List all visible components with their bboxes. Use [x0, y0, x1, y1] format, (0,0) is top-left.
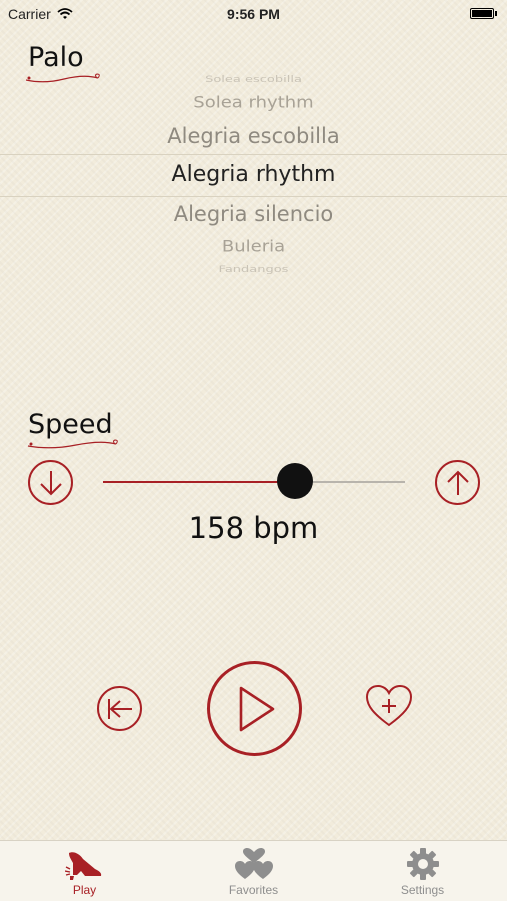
speed-title: Speed: [28, 409, 113, 440]
speed-up-button[interactable]: [435, 460, 480, 505]
play-button[interactable]: [207, 661, 302, 756]
add-favorite-button[interactable]: [364, 684, 414, 728]
speed-slider-fill: [103, 481, 295, 483]
speed-down-button[interactable]: [28, 460, 73, 505]
arrow-up-icon: [446, 470, 469, 495]
picker-item[interactable]: Buleria: [0, 237, 507, 255]
speed-flourish-icon: [27, 439, 118, 449]
flamenco-shoe-icon: [64, 852, 101, 880]
picker-selection-bottom-line: [0, 196, 507, 197]
tab-favorites-label: Favorites: [228, 883, 279, 897]
arrow-down-icon: [39, 470, 62, 495]
skip-back-icon: [107, 698, 132, 719]
battery-icon: [470, 8, 497, 19]
hearts-icon: [234, 848, 273, 879]
tab-favorites[interactable]: Favorites: [169, 841, 338, 901]
picker-item-selected[interactable]: Alegria rhythm: [0, 162, 507, 187]
palo-picker[interactable]: Solea escobilla Solea rhythm Alegria esc…: [0, 60, 507, 290]
picker-selection-top-line: [0, 154, 507, 155]
tab-settings[interactable]: Settings: [338, 841, 507, 901]
speed-slider-thumb[interactable]: [277, 463, 313, 499]
play-icon: [239, 686, 274, 731]
tab-play[interactable]: Play: [0, 841, 169, 901]
status-bar: Carrier 9:56 PM: [0, 0, 507, 30]
picker-item[interactable]: Solea escobilla: [0, 74, 507, 85]
picker-item[interactable]: Alegria silencio: [0, 202, 507, 226]
tab-settings-label: Settings: [400, 883, 445, 897]
picker-item[interactable]: Alegria escobilla: [0, 124, 507, 148]
tab-play-label: Play: [72, 883, 97, 897]
tab-bar: Play Favorites Settings: [0, 840, 507, 901]
restart-button[interactable]: [97, 686, 142, 731]
picker-item[interactable]: Fandangos: [0, 264, 507, 275]
bpm-readout: 158 bpm: [188, 511, 319, 545]
gear-icon: [406, 848, 439, 880]
picker-item[interactable]: Solea rhythm: [0, 93, 507, 111]
status-time: 9:56 PM: [227, 6, 280, 22]
